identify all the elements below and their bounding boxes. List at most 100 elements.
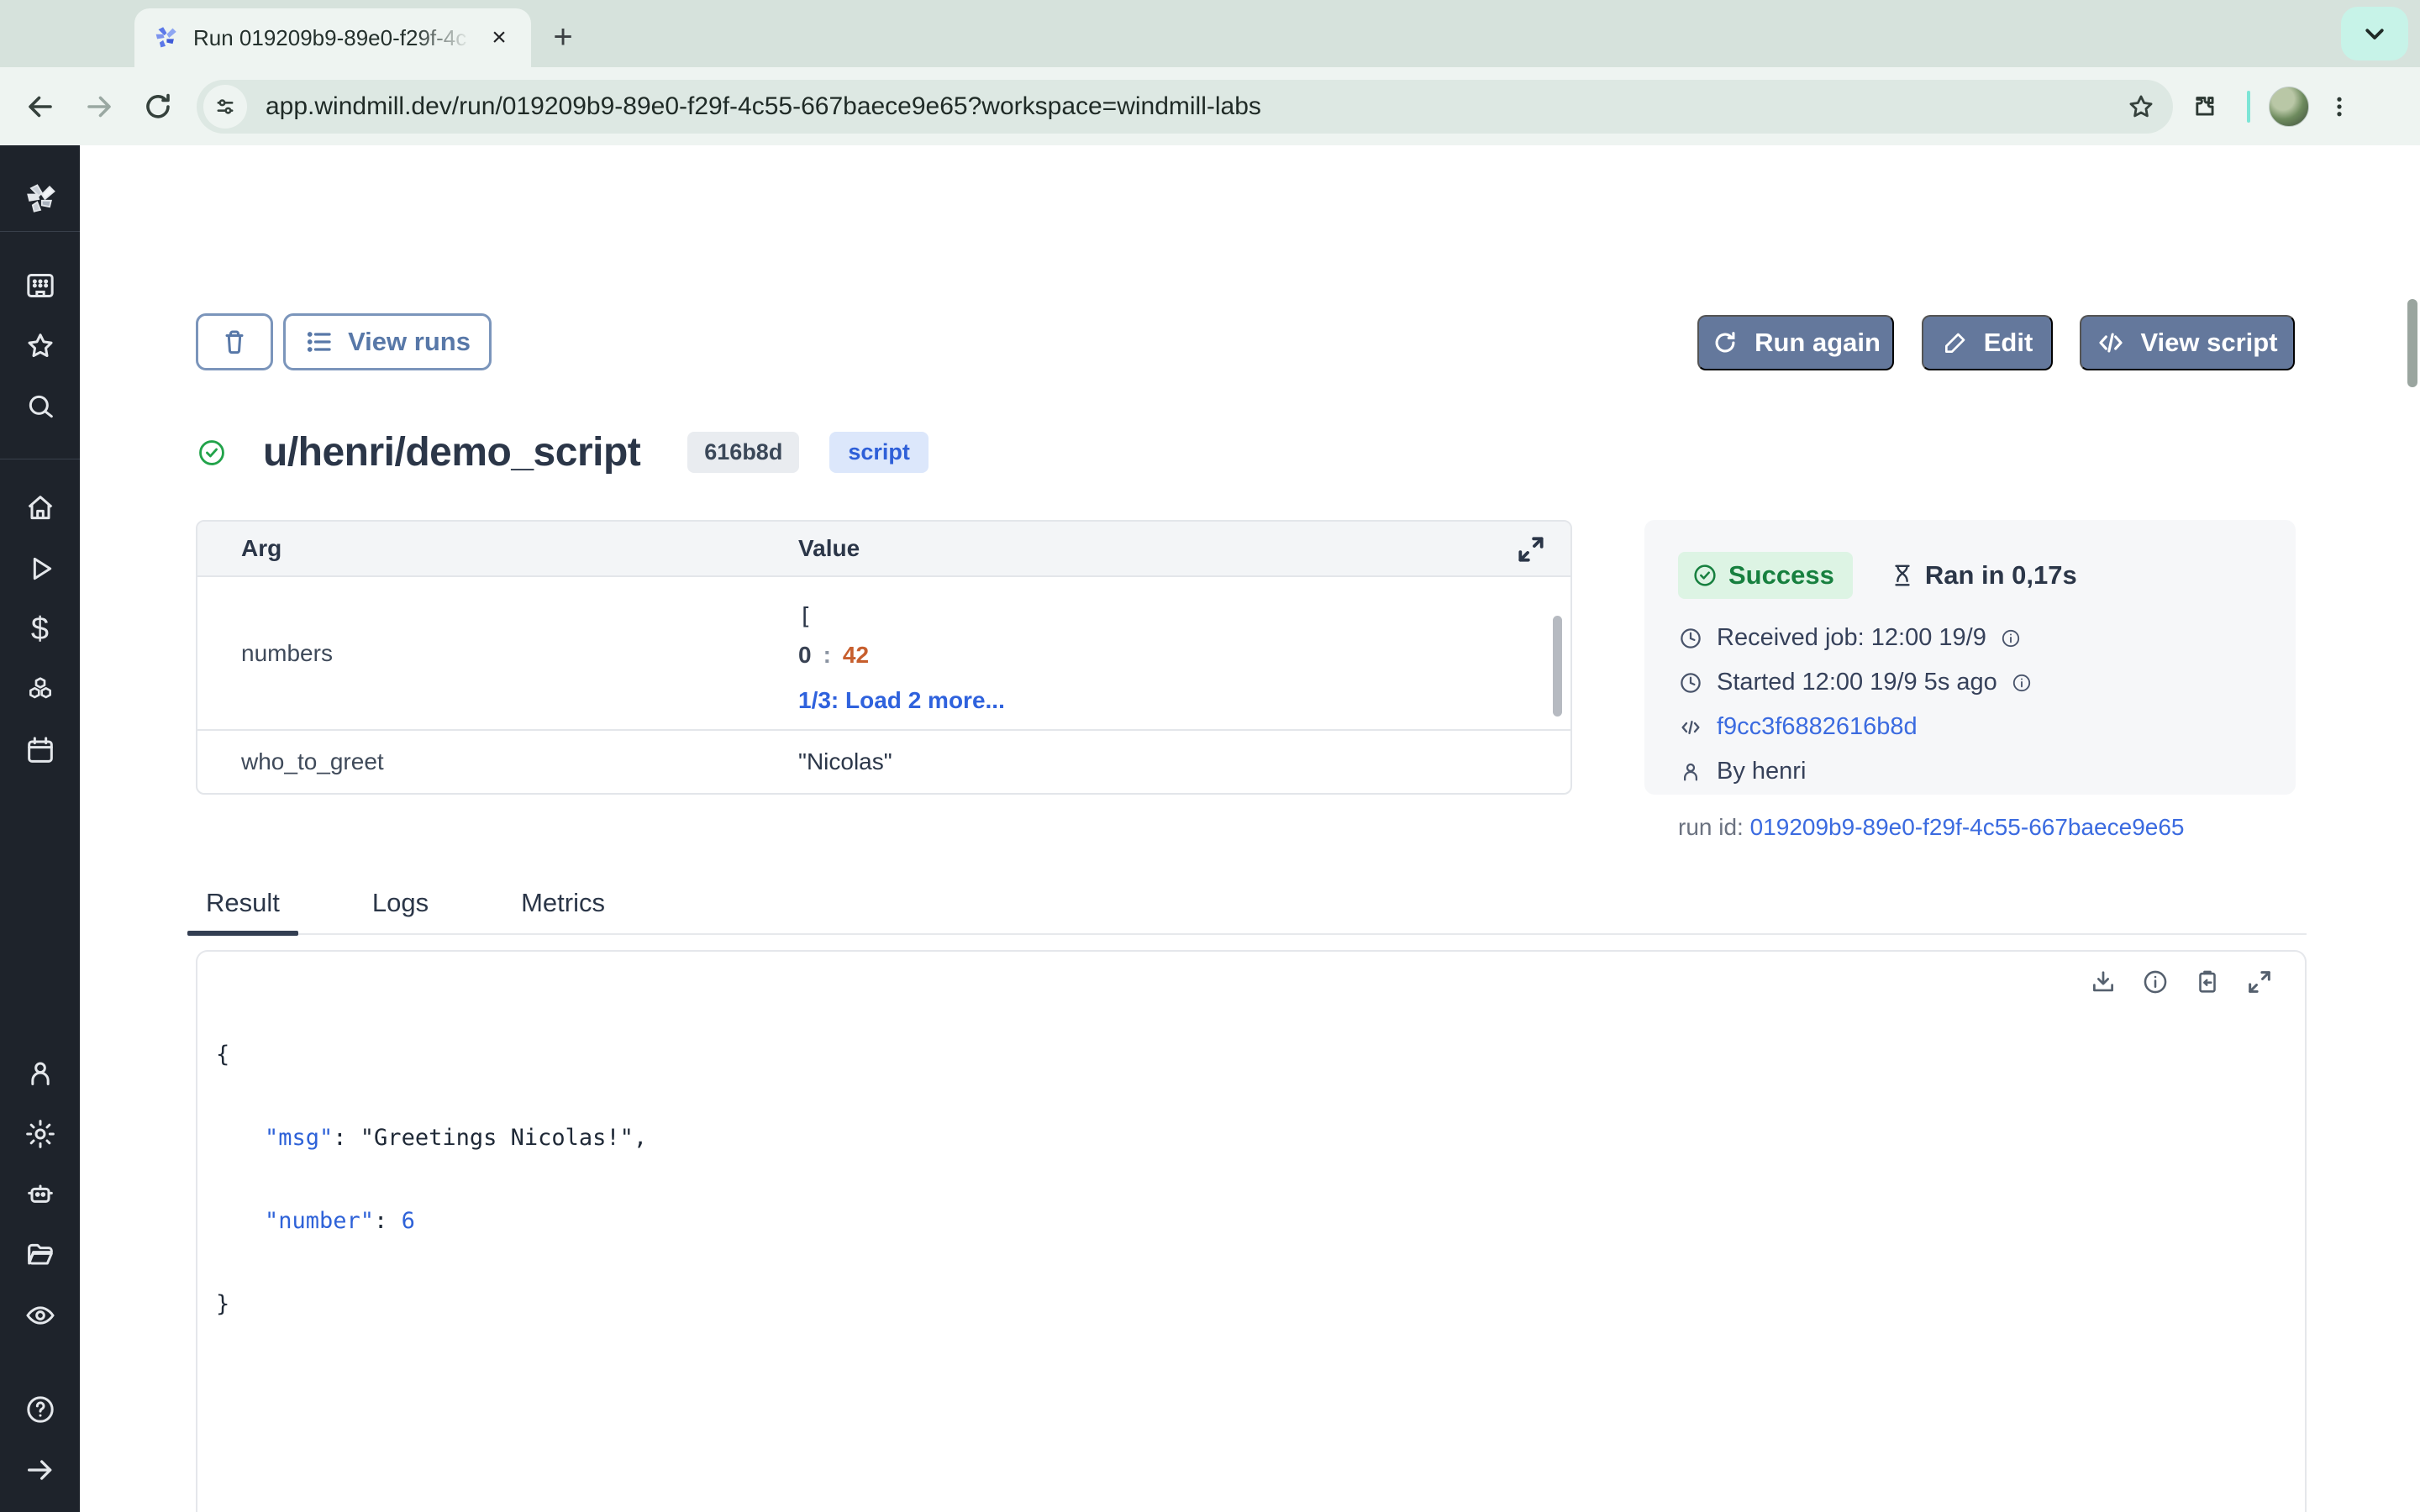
array-value: 42 bbox=[843, 642, 869, 669]
sidebar-item-home[interactable] bbox=[0, 478, 80, 538]
back-arrow-icon bbox=[25, 92, 55, 122]
profile-avatar[interactable] bbox=[2269, 87, 2309, 127]
sidebar-item-workers[interactable] bbox=[0, 1164, 80, 1225]
kebab-menu-icon bbox=[2327, 94, 2352, 119]
value-cell-scrollbar[interactable] bbox=[1553, 616, 1562, 717]
expand-result-button[interactable] bbox=[2244, 967, 2275, 997]
code-icon bbox=[2096, 328, 2125, 357]
sidebar-item-resources[interactable] bbox=[0, 659, 80, 720]
arg-row-who-to-greet: who_to_greet "Nicolas" bbox=[197, 731, 1570, 793]
sidebar-item-runs[interactable] bbox=[0, 538, 80, 599]
json-key-msg: "msg" bbox=[265, 1125, 333, 1151]
page-scrollbar[interactable] bbox=[2407, 299, 2417, 387]
sidebar-item-settings[interactable] bbox=[0, 1104, 80, 1164]
fullscreen-icon bbox=[2245, 968, 2274, 996]
sidebar-item-apps[interactable] bbox=[0, 255, 80, 316]
windmill-logo[interactable] bbox=[0, 167, 80, 231]
reload-button[interactable] bbox=[134, 83, 182, 130]
json-close-brace: } bbox=[216, 1290, 647, 1318]
calendar-icon bbox=[24, 733, 57, 767]
tab-logs[interactable]: Logs bbox=[362, 883, 439, 933]
sidebar-item-schedules[interactable] bbox=[0, 720, 80, 780]
home-icon bbox=[24, 491, 57, 525]
browser-toolbar: app.windmill.dev/run/019209b9-89e0-f29f-… bbox=[0, 67, 2420, 145]
sidebar-item-help[interactable] bbox=[0, 1379, 80, 1440]
extensions-button[interactable] bbox=[2181, 83, 2228, 130]
bookmark-button[interactable] bbox=[2118, 83, 2165, 130]
tab-metrics[interactable]: Metrics bbox=[511, 883, 615, 933]
view-runs-button[interactable]: View runs bbox=[283, 313, 492, 370]
received-job-line: Received job: 12:00 19/9 bbox=[1678, 624, 2262, 652]
gear-icon bbox=[24, 1117, 57, 1151]
download-result-button[interactable] bbox=[2088, 967, 2118, 997]
extensions-puzzle-icon bbox=[2191, 92, 2219, 121]
started-line: Started 12:00 19/9 5s ago bbox=[1678, 669, 2262, 696]
site-info-button[interactable] bbox=[203, 85, 247, 129]
by-text: By henri bbox=[1717, 758, 1806, 785]
back-button[interactable] bbox=[17, 83, 64, 130]
sidebar-item-folders[interactable] bbox=[0, 1225, 80, 1285]
sidebar-item-users[interactable] bbox=[0, 1043, 80, 1104]
info-icon[interactable] bbox=[2000, 627, 2022, 649]
app-sidebar: $ bbox=[0, 145, 80, 1512]
sidebar-item-search[interactable] bbox=[0, 376, 80, 437]
play-icon bbox=[24, 552, 57, 585]
sidebar-divider bbox=[0, 231, 80, 232]
sidebar-item-variables[interactable]: $ bbox=[0, 599, 80, 659]
arg-row-numbers: numbers [ 0 : 42 1/3: Load 2 more... bbox=[197, 577, 1570, 731]
status-label: Success bbox=[1728, 560, 1834, 591]
array-open-bracket: [ bbox=[798, 602, 1005, 630]
browser-menu-button[interactable] bbox=[2316, 83, 2363, 130]
windmill-favicon bbox=[151, 24, 180, 52]
apps-icon bbox=[24, 269, 57, 302]
json-key-number: "number" bbox=[265, 1208, 374, 1234]
forward-button[interactable] bbox=[76, 83, 123, 130]
received-job-text: Received job: 12:00 19/9 bbox=[1717, 624, 1986, 652]
refresh-icon bbox=[1711, 328, 1739, 357]
tab-close-icon[interactable]: × bbox=[484, 23, 514, 53]
help-icon bbox=[24, 1393, 57, 1426]
hourglass-icon bbox=[1890, 563, 1915, 588]
new-tab-button[interactable]: + bbox=[544, 18, 581, 55]
expand-icon bbox=[1515, 533, 1547, 565]
run-id-link[interactable]: 019209b9-89e0-f29f-4c55-667baece9e65 bbox=[1750, 814, 2185, 840]
cubes-icon bbox=[24, 673, 57, 706]
star-icon bbox=[24, 329, 57, 363]
code-icon bbox=[1678, 715, 1703, 740]
run-again-button[interactable]: Run again bbox=[1697, 315, 1894, 370]
run-again-label: Run again bbox=[1754, 328, 1881, 358]
arg-column-header: Arg bbox=[197, 535, 798, 562]
result-info-button[interactable] bbox=[2140, 967, 2170, 997]
value-column-header: Value bbox=[798, 535, 860, 562]
sidebar-item-audit-logs[interactable] bbox=[0, 1285, 80, 1346]
arg-value-who-to-greet: "Nicolas" bbox=[798, 748, 892, 775]
tab-result[interactable]: Result bbox=[196, 883, 290, 933]
browser-tabstrip: Run 019209b9-89e0-f29f-4c × + bbox=[0, 0, 2420, 67]
site-settings-icon bbox=[213, 95, 237, 118]
clock-icon bbox=[1678, 626, 1703, 651]
url-bar[interactable]: app.windmill.dev/run/019209b9-89e0-f29f-… bbox=[197, 80, 2173, 134]
args-table-header: Arg Value bbox=[197, 522, 1570, 577]
browser-tab[interactable]: Run 019209b9-89e0-f29f-4c × bbox=[134, 8, 531, 67]
sidebar-expand-button[interactable] bbox=[0, 1440, 80, 1500]
edit-button[interactable]: Edit bbox=[1922, 315, 2053, 370]
robot-icon bbox=[24, 1178, 57, 1211]
success-check-icon bbox=[196, 437, 228, 469]
check-circle-icon bbox=[1691, 562, 1718, 589]
pencil-icon bbox=[1942, 329, 1969, 356]
json-value-number: 6 bbox=[402, 1208, 415, 1234]
delete-run-button[interactable] bbox=[196, 313, 273, 370]
person-icon bbox=[24, 1057, 57, 1090]
view-script-button[interactable]: View script bbox=[2080, 315, 2295, 370]
array-index[interactable]: 0 bbox=[798, 642, 812, 669]
copy-result-button[interactable] bbox=[2192, 967, 2223, 997]
script-hash-link[interactable]: f9cc3f6882616b8d bbox=[1717, 713, 1918, 741]
expand-args-button[interactable] bbox=[1515, 533, 1547, 565]
sidebar-item-favorites[interactable] bbox=[0, 316, 80, 376]
download-icon bbox=[2089, 968, 2118, 996]
url-text[interactable]: app.windmill.dev/run/019209b9-89e0-f29f-… bbox=[266, 92, 2118, 121]
reload-icon bbox=[143, 92, 173, 122]
load-more-link[interactable]: 1/3: Load 2 more... bbox=[798, 687, 1005, 714]
info-icon[interactable] bbox=[2011, 672, 2033, 694]
window-chevron-button[interactable] bbox=[2341, 7, 2408, 60]
